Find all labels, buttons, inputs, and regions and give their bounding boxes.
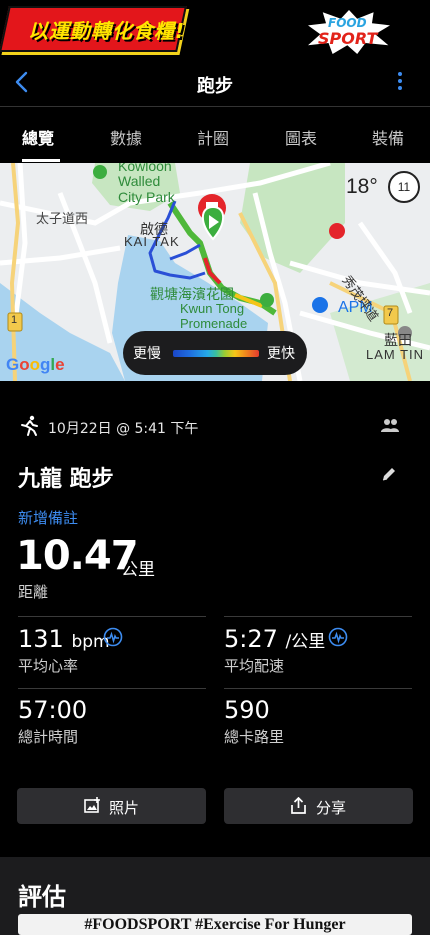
tab-charts[interactable]: 圖表 [285, 125, 317, 149]
total-calories-label: 總卡路里 [224, 728, 285, 746]
map-label-city-park: City Park [118, 189, 175, 205]
distance-label: 距離 [18, 583, 49, 601]
distance-unit: 公里 [121, 560, 155, 580]
legend-faster: 更快 [267, 346, 295, 362]
map-label-promenade: Promenade [180, 316, 248, 331]
legend-slower: 更慢 [133, 346, 161, 362]
weather-widget: 18° 11 [346, 171, 426, 205]
assessment-title: 評估 [18, 883, 66, 911]
photos-button-label: 照片 [109, 799, 140, 817]
foodsport-hashtag-banner: #FOODSPORT #Exercise For Hunger [18, 914, 412, 935]
total-time-value: 57:00 [18, 696, 88, 724]
road-shield-7: 7 [387, 307, 394, 319]
avg-pace-label: 平均配速 [224, 657, 285, 675]
divider [18, 688, 206, 689]
pace-legend: 更慢 更快 [123, 331, 307, 375]
edit-pencil-icon[interactable] [380, 465, 398, 483]
divider [224, 688, 412, 689]
tab-stats[interactable]: 數據 [110, 125, 142, 149]
running-icon [21, 415, 38, 436]
pace-chart-icon[interactable] [328, 627, 348, 647]
foodsport-logo: FOOD SPORT [300, 10, 396, 54]
activity-datetime: 10月22日 @ 5:41 下午 [48, 421, 199, 437]
pace-gradient-bar [173, 350, 259, 357]
route-map[interactable]: Kowloon Walled City Park 太子道西 啟德 KAI TAK… [0, 163, 430, 381]
air-quality-index: 11 [388, 171, 420, 203]
slogan-text: 以運動轉化食糧! [28, 19, 186, 43]
map-label-taizi-road: 太子道西 [36, 211, 89, 226]
activity-title: 九龍 跑步 [18, 467, 114, 492]
slogan-badge: 以運動轉化食糧! [0, 6, 187, 52]
heart-rate-chart-icon[interactable] [103, 627, 123, 647]
road-shield-1: 1 [11, 314, 18, 326]
add-note-link[interactable]: 新增備註 [18, 507, 78, 528]
avg-heart-rate-value: 131 bpm [18, 625, 110, 653]
distance-value: 10.47 [16, 533, 139, 579]
logo-line-2: SPORT [318, 29, 378, 48]
app-header: 跑步 [0, 58, 430, 106]
share-button[interactable]: 分享 [224, 788, 413, 824]
avg-pace-value: 5:27 /公里 [224, 625, 326, 653]
map-label-lam-tin-en: LAM TIN [366, 347, 425, 362]
photos-button[interactable]: 照片 [17, 788, 206, 824]
avg-heart-rate-label: 平均心率 [18, 657, 79, 675]
divider [224, 616, 412, 617]
share-button-label: 分享 [316, 799, 347, 817]
tab-overview[interactable]: 總覽 [22, 125, 54, 149]
tab-laps[interactable]: 計圈 [197, 125, 229, 149]
more-options-icon[interactable] [396, 72, 404, 94]
active-tab-indicator [22, 159, 60, 162]
page-title: 跑步 [197, 76, 233, 97]
total-time-label: 總計時間 [18, 728, 79, 746]
people-icon[interactable] [380, 417, 400, 435]
promo-banner: 以運動轉化食糧! FOOD SPORT [0, 0, 430, 58]
map-label-kai-tak-en: KAI TAK [124, 234, 180, 249]
tab-gear[interactable]: 裝備 [372, 125, 404, 149]
share-icon [291, 797, 306, 814]
total-calories-value: 590 [224, 696, 270, 724]
activity-date-row: 10月22日 @ 5:41 下午 [0, 413, 430, 439]
logo-line-1: FOOD [328, 16, 367, 30]
map-label-walled: Walled [118, 173, 161, 189]
tab-bar: 總覽 數據 計圈 圖表 裝備 [0, 106, 430, 162]
temperature: 18° [346, 175, 378, 198]
google-logo: Google [6, 355, 65, 374]
add-photo-icon [84, 797, 100, 813]
map-label-kwun-tong: Kwun Tong [180, 301, 245, 316]
divider [18, 616, 206, 617]
